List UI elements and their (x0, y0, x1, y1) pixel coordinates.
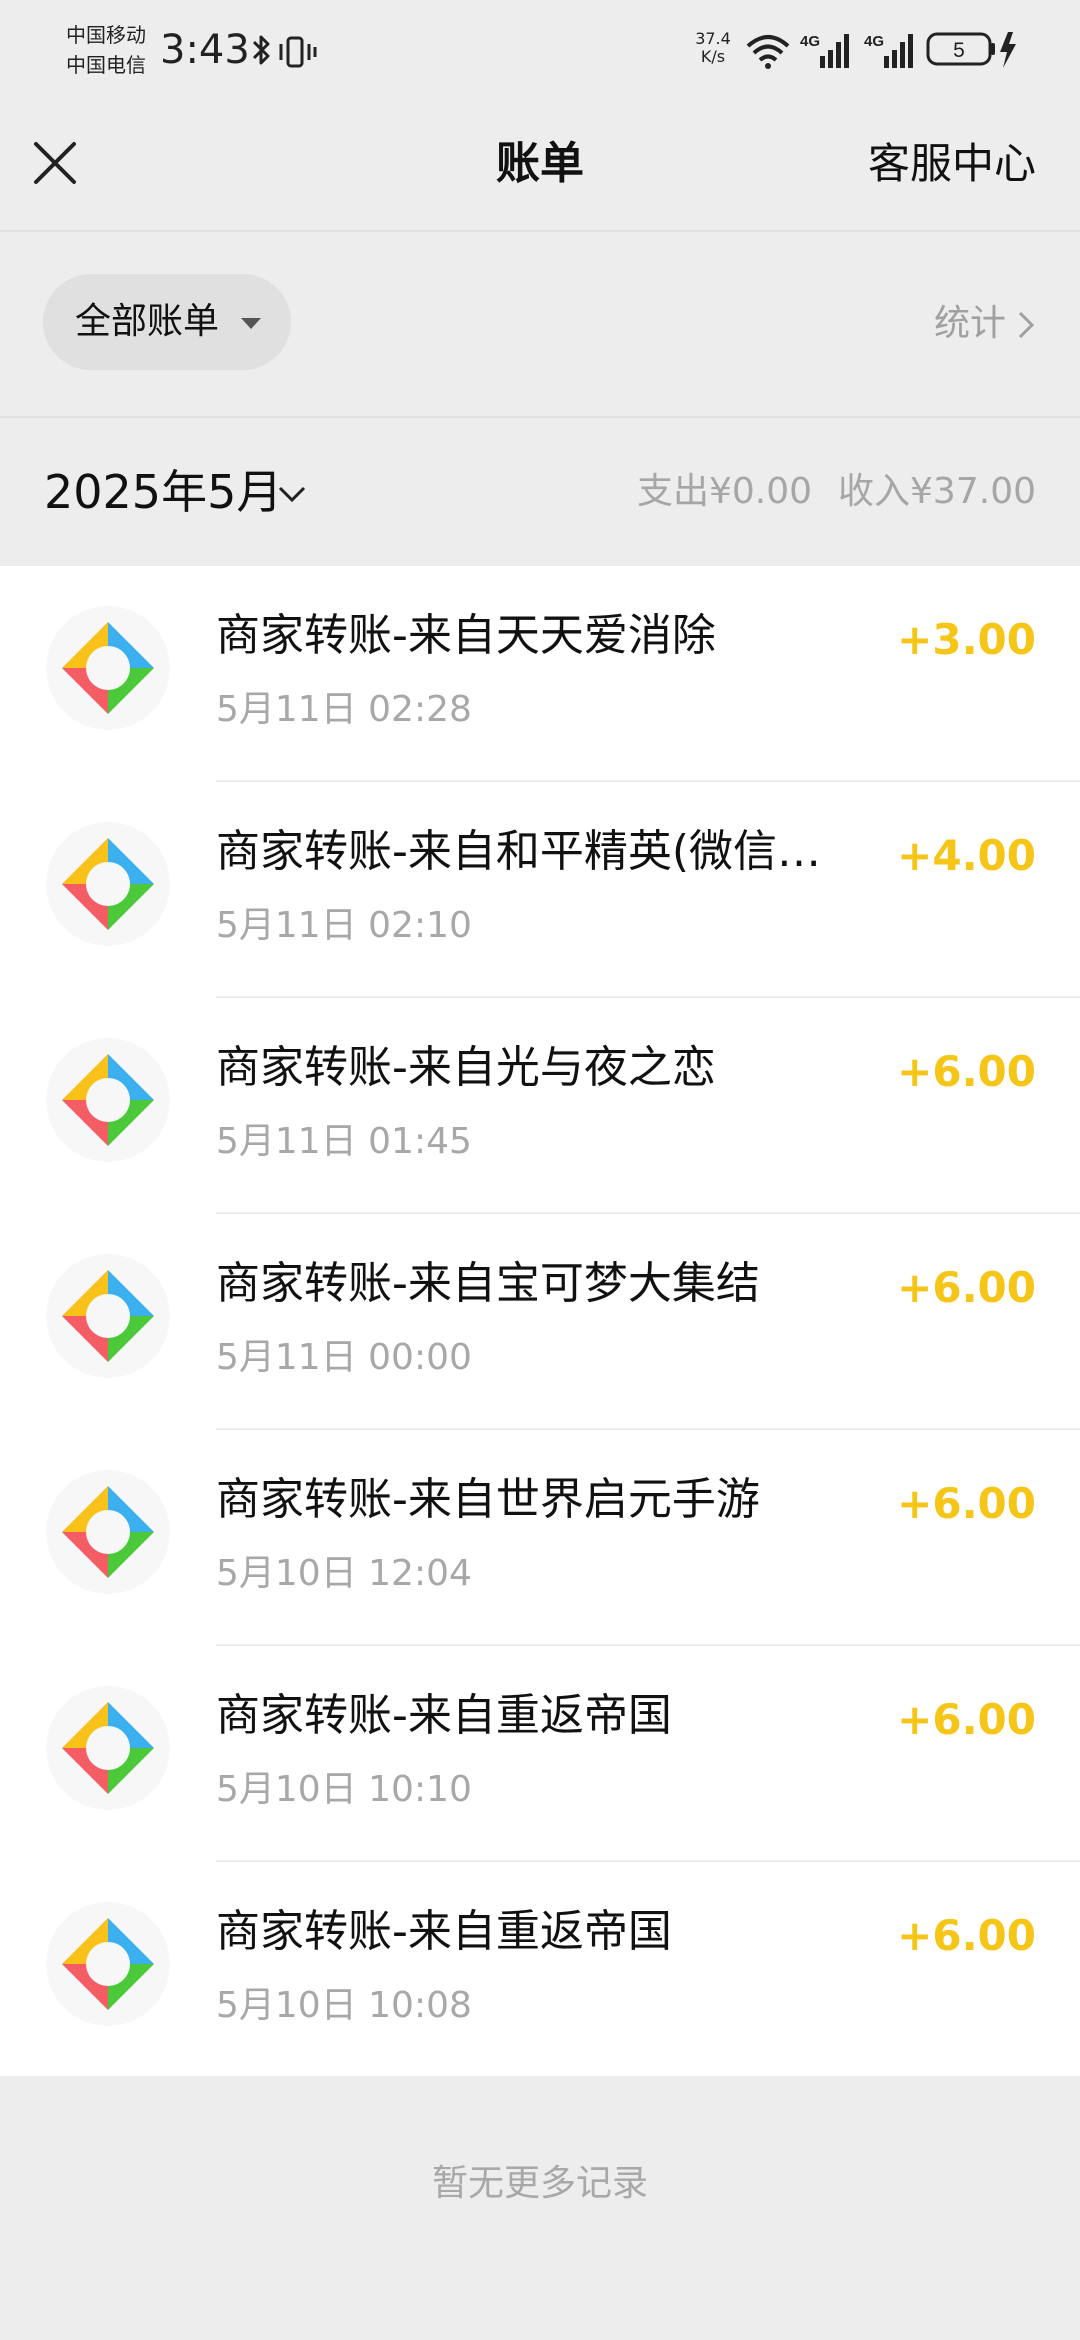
expense-value: ¥0.00 (708, 471, 813, 512)
transaction-title: 商家转账-来自世界启元手游 (216, 1474, 760, 1525)
statistics-button[interactable]: 统计 (934, 296, 1006, 352)
transaction-amount: +6.00 (897, 1695, 1036, 1744)
signal-1-label: 4G (800, 33, 820, 50)
bluetooth-icon (252, 35, 270, 65)
net-speed: 37.4 K/s (688, 30, 738, 66)
bill-page: 中国移动 中国电信 3:43 37.4 K/s 4G 4G 5 账单 客服中心 … (0, 0, 1080, 2340)
transaction-list: 商家转账-来自天天爱消除 5月11日 02:28 +3.00 商家转账-来自和平精英(… (0, 566, 1080, 2076)
transaction-amount: +6.00 (897, 1263, 1036, 1312)
carrier-1: 中国移动 (66, 23, 146, 47)
transaction-title: 商家转账-来自宝可梦大集结 (216, 1258, 760, 1309)
income-value: ¥37.00 (910, 471, 1036, 512)
no-more-records: 暂无更多记录 (431, 2163, 648, 2204)
bill-type-filter-label: 全部账单 (75, 301, 220, 342)
caret-down-icon (241, 318, 261, 329)
transaction-row[interactable]: 商家转账-来自天天爱消除 5月11日 02:28 +3.00 (0, 566, 1080, 782)
merchant-transfer-icon (46, 1254, 170, 1378)
transaction-time: 5月10日 10:08 (216, 1985, 472, 2026)
month-selector[interactable]: 2025年5月 (44, 462, 282, 522)
transaction-title: 商家转账-来自光与夜之恋 (216, 1042, 716, 1093)
transaction-row[interactable]: 商家转账-来自光与夜之恋 5月11日 01:45 +6.00 (0, 998, 1080, 1214)
month-summary: 支出¥0.00 收入¥37.00 (637, 464, 1036, 520)
signal-icon-2: 4G (864, 33, 913, 68)
transaction-title: 商家转账-来自重返帝国 (216, 1906, 672, 1957)
signal-2-label: 4G (864, 33, 884, 50)
customer-service-button[interactable]: 客服中心 (868, 136, 1036, 192)
transaction-amount: +6.00 (897, 1047, 1036, 1096)
filter-row: 全部账单 统计 (0, 232, 1080, 418)
transaction-time: 5月11日 02:28 (216, 689, 472, 730)
transaction-time: 5月10日 12:04 (216, 1553, 472, 1594)
transaction-title: 商家转账-来自和平精英(微信… (216, 826, 822, 877)
transaction-row[interactable]: 商家转账-来自和平精英(微信… 5月11日 02:10 +4.00 (0, 782, 1080, 998)
transaction-amount: +6.00 (897, 1911, 1036, 1960)
transaction-time: 5月10日 10:10 (216, 1769, 472, 1810)
month-row: 2025年5月 支出¥0.00 收入¥37.00 (0, 418, 1080, 566)
merchant-transfer-icon (46, 1470, 170, 1594)
transaction-time: 5月11日 01:45 (216, 1121, 472, 1162)
merchant-transfer-icon (46, 822, 170, 946)
net-speed-value: 37.4 (695, 29, 731, 48)
signal-icon-1: 4G (800, 33, 849, 68)
status-time: 3:43 (160, 27, 250, 73)
merchant-transfer-icon (46, 606, 170, 730)
transaction-row[interactable]: 商家转账-来自重返帝国 5月10日 10:08 +6.00 (0, 1862, 1080, 2078)
chevron-down-icon[interactable] (276, 482, 308, 506)
vibrate-icon (279, 36, 317, 68)
net-speed-unit: K/s (700, 47, 726, 66)
status-bar: 中国移动 中国电信 3:43 37.4 K/s 4G 4G 5 (0, 0, 1080, 100)
transaction-amount: +3.00 (897, 615, 1036, 664)
expense-label: 支出 (636, 471, 709, 512)
transaction-row[interactable]: 商家转账-来自世界启元手游 5月10日 12:04 +6.00 (0, 1430, 1080, 1646)
merchant-transfer-icon (46, 1902, 170, 2026)
chevron-right-icon (1018, 311, 1035, 339)
bill-type-filter[interactable]: 全部账单 (43, 274, 291, 370)
status-left-icons (250, 32, 330, 76)
merchant-transfer-icon (46, 1686, 170, 1810)
battery-level: 5 (953, 39, 965, 62)
merchant-transfer-icon (46, 1038, 170, 1162)
wifi-icon (746, 35, 790, 69)
transaction-amount: +4.00 (897, 831, 1036, 880)
header: 账单 客服中心 (0, 100, 1080, 232)
transaction-title: 商家转账-来自天天爱消除 (216, 610, 716, 661)
transaction-time: 5月11日 02:10 (216, 905, 472, 946)
battery-icon: 5 (926, 32, 995, 66)
transaction-row[interactable]: 商家转账-来自重返帝国 5月10日 10:10 +6.00 (0, 1646, 1080, 1862)
transaction-time: 5月11日 00:00 (216, 1337, 472, 1378)
carrier-labels: 中国移动 中国电信 (66, 20, 146, 80)
transaction-title: 商家转账-来自重返帝国 (216, 1690, 672, 1741)
transaction-amount: +6.00 (897, 1479, 1036, 1528)
income-label: 收入 (838, 471, 911, 512)
transaction-row[interactable]: 商家转账-来自宝可梦大集结 5月11日 00:00 +6.00 (0, 1214, 1080, 1430)
carrier-2: 中国电信 (66, 53, 146, 77)
charging-icon (1000, 32, 1016, 68)
